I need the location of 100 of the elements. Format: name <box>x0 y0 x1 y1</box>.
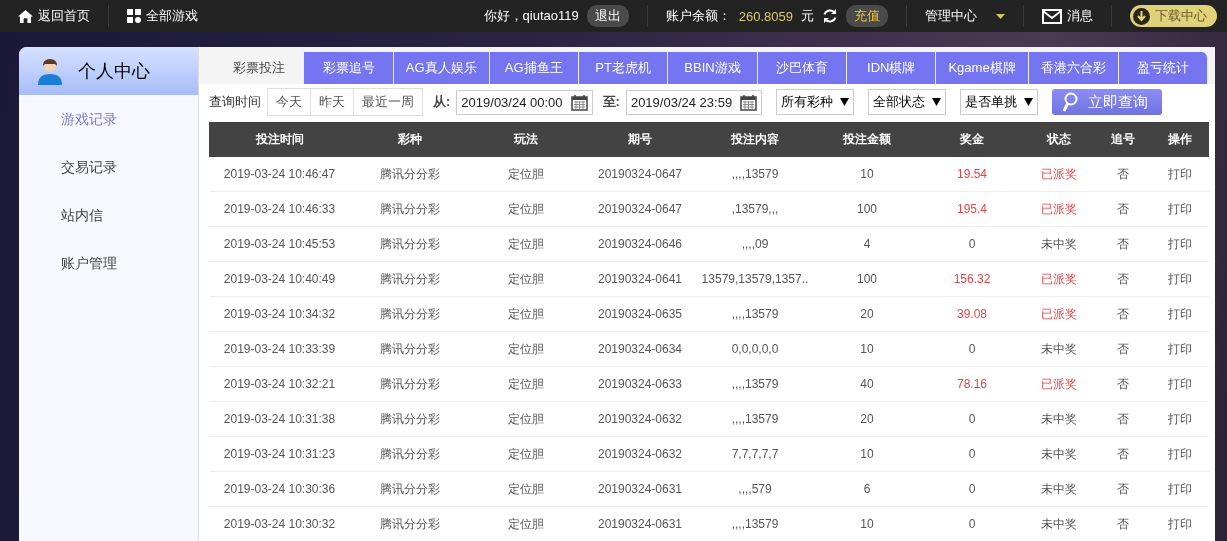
column-header: 玩法 <box>470 122 582 157</box>
print-link[interactable]: 打印 <box>1150 261 1209 297</box>
filter-dropdown[interactable]: 所有彩种 <box>776 89 855 115</box>
currency-text: 元 <box>801 7 814 25</box>
time-cell: 2019-03-24 10:46:47 <box>209 157 350 192</box>
print-link[interactable]: 打印 <box>1150 471 1209 507</box>
play-cell: 定位胆 <box>470 331 582 367</box>
filter-dropdown[interactable]: 是否单挑 <box>960 89 1039 115</box>
content-cell: ,,,,13579 <box>698 296 812 332</box>
print-link[interactable]: 打印 <box>1150 436 1209 472</box>
sidebar-title: 个人中心 <box>78 59 150 83</box>
column-header: 期号 <box>582 122 698 157</box>
lottery-cell: 腾讯分分彩 <box>350 296 470 332</box>
status-cell: 已派奖 <box>1022 366 1095 402</box>
tab[interactable]: 彩票追号 <box>304 52 394 84</box>
lottery-cell: 腾讯分分彩 <box>350 226 470 262</box>
prize-cell: 156.32 <box>922 261 1022 297</box>
time-cell: 2019-03-24 10:31:38 <box>209 401 350 437</box>
grid-icon <box>127 9 141 23</box>
content-cell: ,13579,,, <box>698 191 812 227</box>
tab[interactable]: AG捕鱼王 <box>489 52 579 84</box>
play-cell: 定位胆 <box>470 366 582 402</box>
tab[interactable]: 香港六合彩 <box>1028 52 1119 84</box>
mail-icon <box>1042 8 1062 24</box>
content-cell: 7,7,7,7,7 <box>698 436 812 472</box>
query-time-label: 查询时间 <box>209 93 261 111</box>
recharge-button[interactable]: 充值 <box>846 5 888 27</box>
play-cell: 定位胆 <box>470 471 582 507</box>
print-link[interactable]: 打印 <box>1150 506 1209 541</box>
date-field[interactable]: 2019/03/24 23:59 <box>625 89 763 115</box>
print-link[interactable]: 打印 <box>1150 296 1209 332</box>
time-cell: 2019-03-24 10:46:33 <box>209 191 350 227</box>
date-field[interactable]: 2019/03/24 00:00 <box>456 89 593 115</box>
tab[interactable]: IDN棋牌 <box>847 52 937 84</box>
lottery-cell: 腾讯分分彩 <box>350 436 470 472</box>
amount-cell: 100 <box>812 191 922 227</box>
refresh-icon[interactable] <box>822 8 838 24</box>
logout-button[interactable]: 退出 <box>586 5 629 27</box>
status-cell: 已派奖 <box>1022 191 1095 227</box>
tab[interactable]: BBIN游戏 <box>668 52 758 84</box>
tab[interactable]: Kgame棋牌 <box>936 52 1029 84</box>
prize-cell: 39.08 <box>922 296 1022 332</box>
play-cell: 定位胆 <box>470 191 582 227</box>
chase-cell: 否 <box>1095 191 1150 227</box>
time-cell: 2019-03-24 10:31:23 <box>209 436 350 472</box>
to-label: 至: <box>602 93 620 111</box>
amount-cell: 4 <box>812 226 922 262</box>
sidebar-item[interactable]: 交易记录 <box>19 143 198 191</box>
sidebar-item[interactable]: 游戏记录 <box>19 95 198 143</box>
prize-cell: 0 <box>922 506 1022 541</box>
calendar-icon <box>570 93 588 111</box>
filter-dropdown[interactable]: 全部状态 <box>868 89 947 115</box>
lottery-cell: 腾讯分分彩 <box>350 401 470 437</box>
lottery-cell: 腾讯分分彩 <box>350 157 470 192</box>
status-cell: 已派奖 <box>1022 157 1095 192</box>
status-cell: 已派奖 <box>1022 296 1095 332</box>
issue-cell: 20190324-0632 <box>582 401 698 437</box>
issue-cell: 20190324-0631 <box>582 471 698 507</box>
sidebar-item[interactable]: 站内信 <box>19 191 198 239</box>
manage-menu[interactable]: 管理中心 <box>925 7 1005 25</box>
status-cell: 未中奖 <box>1022 506 1095 541</box>
amount-cell: 10 <box>812 331 922 367</box>
issue-cell: 20190324-0647 <box>582 191 698 227</box>
tab[interactable]: AG真人娱乐 <box>393 52 490 84</box>
tab[interactable]: 沙巴体育 <box>757 52 848 84</box>
issue-cell: 20190324-0633 <box>582 366 698 402</box>
user-avatar-icon <box>36 57 64 85</box>
tab[interactable]: PT老虎机 <box>578 52 669 84</box>
print-link[interactable]: 打印 <box>1150 226 1209 262</box>
download-button[interactable]: 下载中心 <box>1130 5 1217 27</box>
print-link[interactable]: 打印 <box>1150 157 1209 192</box>
tab[interactable]: 盈亏统计 <box>1118 52 1208 84</box>
chase-cell: 否 <box>1095 261 1150 297</box>
play-cell: 定位胆 <box>470 296 582 332</box>
print-link[interactable]: 打印 <box>1150 331 1209 367</box>
print-link[interactable]: 打印 <box>1150 366 1209 402</box>
print-link[interactable]: 打印 <box>1150 401 1209 437</box>
print-link[interactable]: 打印 <box>1150 191 1209 227</box>
status-cell: 已派奖 <box>1022 261 1095 297</box>
status-cell: 未中奖 <box>1022 401 1095 437</box>
amount-cell: 10 <box>812 436 922 472</box>
time-cell: 2019-03-24 10:33:39 <box>209 331 350 367</box>
chase-cell: 否 <box>1095 157 1150 192</box>
content-cell: ,,,,13579 <box>698 401 812 437</box>
time-cell: 2019-03-24 10:30:32 <box>209 506 350 541</box>
home-link[interactable]: 返回首页 <box>18 7 90 25</box>
lottery-cell: 腾讯分分彩 <box>350 191 470 227</box>
time-cell: 2019-03-24 10:40:49 <box>209 261 350 297</box>
prize-cell: 78.16 <box>922 366 1022 402</box>
content-cell: 13579,13579,1357.. <box>698 261 812 297</box>
column-header: 奖金 <box>922 122 1022 157</box>
amount-cell: 10 <box>812 157 922 192</box>
prize-cell: 0 <box>922 471 1022 507</box>
play-cell: 定位胆 <box>470 261 582 297</box>
messages-link[interactable]: 消息 <box>1042 7 1093 25</box>
issue-cell: 20190324-0634 <box>582 331 698 367</box>
sidebar-item[interactable]: 账户管理 <box>19 239 198 287</box>
amount-cell: 6 <box>812 471 922 507</box>
all-games-link[interactable]: 全部游戏 <box>127 7 198 25</box>
column-header: 追号 <box>1095 122 1150 157</box>
